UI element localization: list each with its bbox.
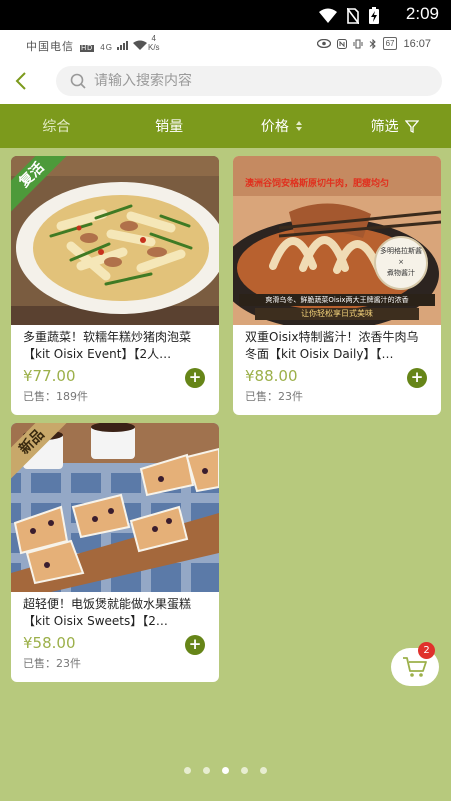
network-speed: 4 K/s (148, 34, 160, 52)
carrier-label: 中国电信 HD 4G (26, 38, 148, 54)
phone-status-right: 67 16:07 (316, 37, 431, 50)
cart-button[interactable]: 2 (391, 642, 439, 686)
image-caption-bottom: 爽滑乌冬、鲜脆蔬菜Oisix两大王牌酱汁的浓香 (239, 294, 435, 306)
tab-label: 综合 (42, 119, 71, 135)
eye-icon (316, 39, 331, 48)
sauce-name-1: 多明格拉斯酱 (380, 247, 422, 255)
search-box[interactable] (56, 66, 442, 96)
tab-label: 价格 (260, 119, 289, 135)
bluetooth-icon (369, 38, 376, 49)
add-to-cart-button[interactable]: + (185, 635, 205, 655)
product-card[interactable]: 复活 多重蔬菜！软糯年糕炒猪肉泡菜【kit Oisix Event】【2人… ¥… (11, 156, 219, 415)
phone-status-bar: 中国电信 HD 4G 4 K/s 67 16:07 (0, 30, 451, 58)
tab-comprehensive[interactable]: 综合 (0, 116, 113, 136)
sort-bar: 综合 销量 价格 筛选 (0, 104, 451, 148)
system-icons (319, 7, 379, 24)
product-image: 澳洲谷饲安格斯原切牛肉，肥瘦均匀 多明格拉斯酱 × 煮物酱汁 爽滑乌冬、鲜脆蔬菜… (233, 156, 441, 325)
system-clock: 2:09 (405, 4, 439, 23)
product-sold-count: 已售：189件 (23, 390, 88, 403)
product-price: ¥88.00 (245, 367, 298, 385)
pager-dot[interactable] (184, 767, 191, 774)
product-image: 复活 (11, 156, 219, 325)
product-sold-count: 已售：23件 (245, 390, 303, 403)
phone-wifi-icon (133, 40, 148, 50)
add-to-cart-button[interactable]: + (185, 368, 205, 388)
nfc-icon (336, 38, 347, 49)
vibrate-icon (353, 39, 363, 48)
tab-sales[interactable]: 销量 (113, 116, 226, 136)
sort-arrows-icon (295, 121, 302, 131)
battery-indicator: 67 (382, 37, 398, 50)
image-caption-sub: 让你轻松享日式美味 (255, 308, 419, 320)
speed-unit: K/s (148, 43, 160, 52)
search-header (0, 58, 451, 104)
product-image: 新品 (11, 423, 219, 592)
speed-value: 4 (151, 34, 156, 43)
tab-filter[interactable]: 筛选 (338, 116, 451, 136)
filter-funnel-icon (404, 119, 419, 133)
product-card[interactable]: 新品 超轻便！电饭煲就能做水果蛋糕【kit Oisix Sweets】【2… ¥… (11, 423, 219, 682)
stir-fry-plate-image (11, 156, 219, 325)
product-card[interactable]: 澳洲谷饲安格斯原切牛肉，肥瘦均匀 多明格拉斯酱 × 煮物酱汁 爽滑乌冬、鲜脆蔬菜… (233, 156, 441, 415)
signal-icon (116, 41, 128, 50)
network-label: 4G (100, 43, 113, 52)
product-price: ¥77.00 (23, 367, 76, 385)
sauce-badge: 多明格拉斯酱 × 煮物酱汁 (374, 236, 428, 290)
product-title: 双重Oisix特制酱汁！浓香牛肉乌冬面【kit Oisix Daily】【… (245, 330, 419, 361)
image-caption-top: 澳洲谷饲安格斯原切牛肉，肥瘦均匀 (245, 179, 390, 189)
search-input[interactable] (94, 73, 394, 89)
no-sim-icon (347, 7, 359, 24)
back-button[interactable] (10, 68, 32, 94)
pager-dot[interactable] (241, 767, 248, 774)
pager-dot[interactable] (203, 767, 210, 774)
carrier-name: 中国电信 (26, 41, 74, 53)
shopping-cart-icon (403, 657, 427, 677)
tab-label: 销量 (155, 119, 184, 135)
tab-price[interactable]: 价格 (226, 116, 339, 136)
hd-label: HD (80, 45, 95, 52)
pager-dot[interactable] (260, 767, 267, 774)
pager-dot-active[interactable] (222, 767, 229, 774)
chevron-left-icon (15, 72, 26, 90)
pager-dots (0, 767, 451, 777)
tab-label: 筛选 (370, 119, 399, 135)
search-icon (70, 73, 86, 89)
product-price: ¥58.00 (23, 634, 76, 652)
product-title: 多重蔬菜！软糯年糕炒猪肉泡菜【kit Oisix Event】【2人… (23, 330, 192, 361)
product-title: 超轻便！电饭煲就能做水果蛋糕【kit Oisix Sweets】【2… (23, 597, 192, 628)
system-status-bar: 2:09 (0, 0, 451, 30)
sauce-name-2: 煮物酱汁 (387, 269, 415, 277)
wifi-icon (319, 8, 337, 23)
product-sold-count: 已售：23件 (23, 657, 81, 670)
battery-charging-icon (369, 7, 379, 24)
fruit-cake-image (11, 423, 219, 592)
add-to-cart-button[interactable]: + (407, 368, 427, 388)
phone-clock: 16:07 (403, 37, 431, 50)
sauce-times: × (398, 258, 404, 266)
cart-count-badge: 2 (418, 642, 435, 659)
